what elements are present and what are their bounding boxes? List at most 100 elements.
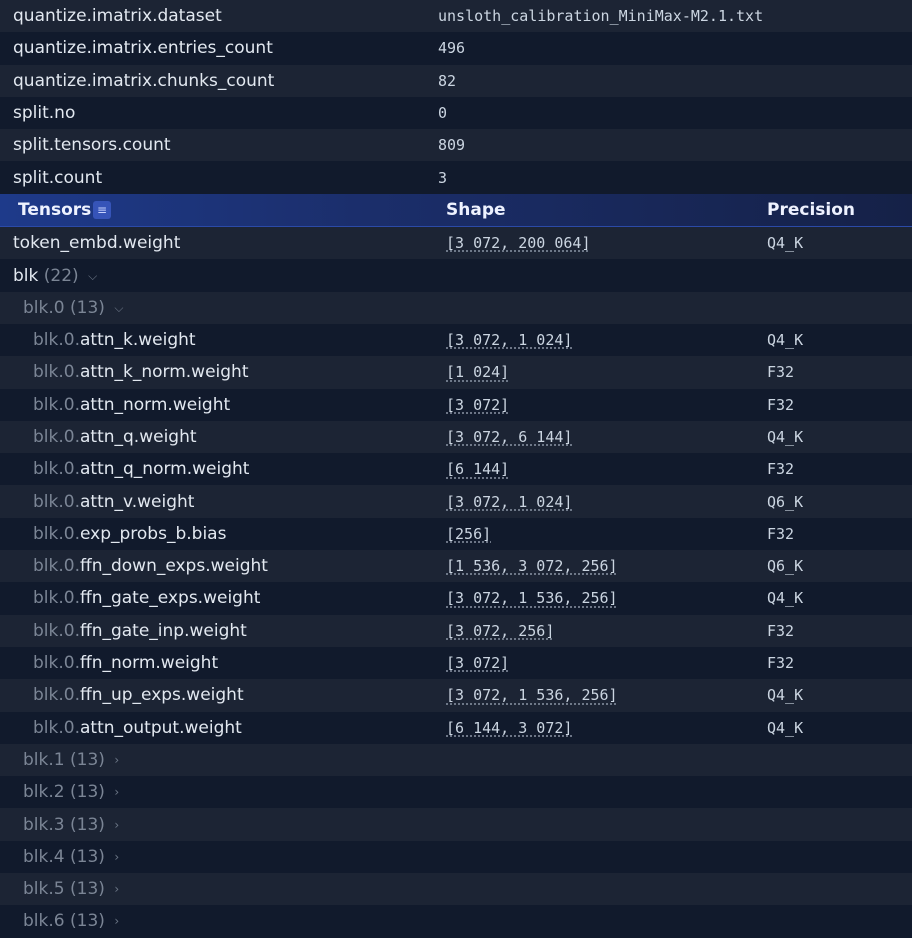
tensor-row: blk.0.attn_q.weight [3 072, 6 144] Q4_K bbox=[0, 420, 912, 454]
tensor-precision: Q6_K bbox=[767, 492, 804, 511]
tensor-shape[interactable]: [3 072, 1 536, 256] bbox=[446, 686, 618, 704]
chevron-down-icon[interactable]: ⌵ bbox=[88, 269, 97, 284]
tensor-name: blk.0.attn_v.weight bbox=[33, 492, 194, 512]
metadata-value: 82 bbox=[438, 71, 457, 90]
group-index: 2 bbox=[53, 782, 65, 803]
tensor-shape[interactable]: [3 072] bbox=[446, 654, 509, 672]
tensor-suffix: ffn_down_exps.weight bbox=[79, 556, 268, 577]
metadata-row: quantize.imatrix.entries_count 496 bbox=[0, 32, 912, 65]
tree-group-label: blk.2 (13) › bbox=[23, 782, 119, 802]
group-count: (13) bbox=[70, 814, 105, 835]
shape-column-header: Shape bbox=[446, 199, 506, 220]
tensor-row: blk.0.ffn_gate_exps.weight [3 072, 1 536… bbox=[0, 582, 912, 615]
group-index: 5 bbox=[53, 879, 65, 900]
tree-group-blk-4[interactable]: blk.4 (13) › bbox=[0, 840, 912, 874]
tensor-prefix: blk.0. bbox=[33, 362, 80, 383]
tensor-shape[interactable]: [1 536, 3 072, 256] bbox=[446, 557, 618, 575]
tensor-shape[interactable]: [256] bbox=[446, 525, 491, 543]
tensor-name: blk.0.attn_k.weight bbox=[33, 330, 196, 350]
tensor-suffix: attn_k_norm.weight bbox=[79, 362, 249, 383]
chevron-right-icon[interactable]: › bbox=[114, 818, 119, 832]
tensor-prefix: blk.0. bbox=[33, 685, 80, 706]
tensor-name: blk.0.attn_norm.weight bbox=[33, 395, 230, 415]
precision-column-header: Precision bbox=[767, 199, 856, 220]
tensor-precision: Q4_K bbox=[767, 428, 804, 446]
metadata-key: quantize.imatrix.entries_count bbox=[13, 38, 273, 59]
tensor-row: blk.0.attn_norm.weight [3 072] F32 bbox=[0, 388, 912, 421]
tensor-row: blk.0.attn_k_norm.weight [1 024] F32 bbox=[0, 356, 912, 389]
tree-group-blk-2[interactable]: blk.2 (13) › bbox=[0, 776, 912, 809]
tensor-row: blk.0.attn_output.weight [6 144, 3 072] … bbox=[0, 711, 912, 744]
tensor-prefix: blk.0. bbox=[33, 620, 80, 641]
tensor-shape[interactable]: [3 072, 1 024] bbox=[446, 331, 572, 349]
tensor-suffix: ffn_gate_exps.weight bbox=[79, 588, 261, 609]
chevron-right-icon[interactable]: › bbox=[114, 914, 119, 928]
chevron-right-icon[interactable]: › bbox=[114, 882, 119, 896]
tensor-name: token_embd.weight bbox=[13, 233, 181, 254]
tree-group-blk-1[interactable]: blk.1 (13) › bbox=[0, 743, 912, 777]
metadata-value: 0 bbox=[438, 104, 448, 123]
metadata-key: split.count bbox=[13, 167, 103, 188]
tensor-prefix: blk.0. bbox=[33, 394, 80, 415]
tensor-precision: F32 bbox=[767, 654, 795, 673]
tensor-row: blk.0.exp_probs_b.bias [256] F32 bbox=[0, 517, 912, 551]
tensor-name: blk.0.ffn_down_exps.weight bbox=[33, 556, 268, 576]
group-count: (13) bbox=[70, 749, 105, 770]
tensor-row: blk.0.ffn_up_exps.weight [3 072, 1 536, … bbox=[0, 679, 912, 712]
chevron-right-icon[interactable]: › bbox=[114, 850, 119, 864]
tree-group-blk-5[interactable]: blk.5 (13) › bbox=[0, 873, 912, 906]
tensor-shape[interactable]: [6 144] bbox=[446, 460, 509, 478]
metadata-row: split.no 0 bbox=[0, 96, 912, 130]
tensor-suffix: ffn_norm.weight bbox=[79, 653, 219, 674]
tree-group-blk-0[interactable]: blk.0 (13) ⌵ bbox=[0, 291, 912, 324]
group-index: 0 bbox=[53, 297, 65, 318]
tensor-shape[interactable]: [3 072, 1 024] bbox=[446, 493, 572, 511]
group-count: (13) bbox=[70, 297, 105, 318]
group-name: blk bbox=[13, 265, 39, 286]
tensor-precision: Q4_K bbox=[767, 234, 804, 253]
tensor-shape[interactable]: [3 072, 6 144] bbox=[446, 428, 572, 446]
tree-group-label: blk.5 (13) › bbox=[23, 879, 119, 899]
tensor-shape[interactable]: [3 072] bbox=[446, 396, 509, 414]
metadata-value: unsloth_calibration_MiniMax-M2.1.txt bbox=[438, 7, 764, 26]
group-prefix: blk. bbox=[23, 879, 54, 900]
gguf-viewer-table: quantize.imatrix.dataset unsloth_calibra… bbox=[0, 0, 912, 938]
tensor-precision: Q4_K bbox=[767, 718, 804, 737]
tensor-prefix: blk.0. bbox=[33, 459, 80, 480]
tensor-name: blk.0.ffn_norm.weight bbox=[33, 653, 218, 673]
tensor-name: blk.0.attn_output.weight bbox=[33, 718, 242, 738]
tensor-suffix: ffn_up_exps.weight bbox=[79, 685, 244, 706]
tensor-name: blk.0.attn_k_norm.weight bbox=[33, 362, 249, 382]
tree-group-blk-3[interactable]: blk.3 (13) › bbox=[0, 808, 912, 841]
tensor-shape[interactable]: [1 024] bbox=[446, 363, 509, 381]
tree-group-blk[interactable]: blk (22) ⌵ bbox=[0, 259, 912, 292]
tensor-precision: F32 bbox=[767, 524, 795, 543]
group-prefix: blk. bbox=[23, 297, 54, 318]
tensor-precision: F32 bbox=[767, 460, 795, 479]
tensor-prefix: blk.0. bbox=[33, 491, 80, 512]
tensor-shape[interactable]: [3 072, 200 064] bbox=[446, 234, 591, 252]
chevron-right-icon[interactable]: › bbox=[114, 785, 119, 799]
group-index: 1 bbox=[53, 749, 65, 770]
tensor-precision: F32 bbox=[767, 395, 795, 414]
tensor-prefix: blk.0. bbox=[33, 330, 80, 351]
group-count: (13) bbox=[70, 846, 105, 867]
tensor-suffix: attn_output.weight bbox=[79, 717, 242, 738]
tree-group-blk-6[interactable]: blk.6 (13) › bbox=[0, 905, 912, 938]
tensor-suffix: attn_v.weight bbox=[79, 491, 195, 512]
tensor-prefix: blk.0. bbox=[33, 653, 80, 674]
chevron-down-icon[interactable]: ⌵ bbox=[114, 301, 123, 316]
menu-icon[interactable]: ≡ bbox=[93, 200, 111, 219]
group-prefix: blk. bbox=[23, 814, 54, 835]
tensor-row: blk.0.attn_q_norm.weight [6 144] F32 bbox=[0, 453, 912, 486]
tensor-suffix: exp_probs_b.bias bbox=[79, 523, 227, 544]
chevron-right-icon[interactable]: › bbox=[114, 753, 119, 767]
tree-group-label: blk.0 (13) ⌵ bbox=[23, 298, 123, 318]
metadata-row: split.tensors.count 809 bbox=[0, 129, 912, 162]
metadata-row: quantize.imatrix.dataset unsloth_calibra… bbox=[0, 0, 912, 33]
tensor-shape[interactable]: [3 072, 1 536, 256] bbox=[446, 589, 618, 607]
tree-group-label: blk (22) ⌵ bbox=[13, 266, 97, 286]
tensor-shape[interactable]: [3 072, 256] bbox=[446, 622, 554, 640]
tensor-precision: Q4_K bbox=[767, 589, 804, 608]
tensor-shape[interactable]: [6 144, 3 072] bbox=[446, 719, 572, 737]
